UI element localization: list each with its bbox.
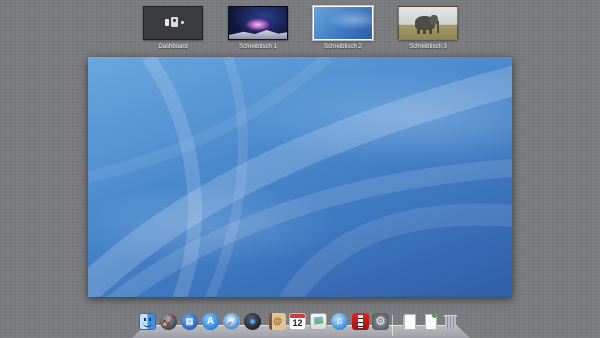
mountain-shape — [229, 30, 287, 39]
camera-lens-shape — [249, 318, 256, 325]
download-badge-shape — [432, 313, 437, 318]
calendar-day: 12 — [292, 318, 303, 328]
launchpad-glyph: 🚀 — [162, 316, 175, 327]
elephant-trunk-shape — [437, 21, 439, 33]
safari-icon[interactable] — [223, 313, 240, 330]
itunes-glyph: ♫ — [335, 316, 344, 327]
mission-control-glyph: ▦ — [185, 316, 194, 326]
finder-smile-shape — [143, 323, 152, 327]
facetime-icon[interactable] — [244, 313, 261, 330]
widget-icon — [173, 19, 176, 22]
dock-separator — [392, 315, 393, 336]
dock: 🚀 ▦ A @ 12 ♫ ⚙ — [132, 312, 470, 338]
documents-stack-icon[interactable] — [400, 313, 417, 330]
wallpaper-waves — [88, 57, 512, 297]
ical-icon[interactable]: 12 — [289, 313, 306, 330]
finder-eye-shape — [149, 318, 151, 321]
photo-strip-shape — [358, 315, 363, 328]
finder-eye-shape — [144, 318, 146, 321]
photo-booth-icon[interactable] — [352, 313, 369, 330]
dashboard-thumbnail[interactable] — [143, 6, 203, 40]
address-book-glyph: @ — [273, 316, 282, 326]
finder-icon[interactable] — [139, 313, 156, 330]
space-dashboard[interactable]: Dashboard — [143, 6, 203, 51]
address-book-icon[interactable]: @ — [269, 313, 286, 330]
widget-icon — [181, 21, 184, 24]
photo-shape — [313, 316, 324, 325]
desktop-2-thumbnail[interactable] — [313, 6, 373, 40]
launchpad-icon[interactable]: 🚀 — [160, 313, 177, 330]
space-schreibtisch-2[interactable]: Schreibtisch 2 — [313, 6, 373, 51]
system-preferences-icon[interactable]: ⚙ — [372, 313, 389, 330]
space-label: Schreibtisch 1 — [239, 44, 277, 50]
compass-needle-shape — [227, 317, 236, 326]
app-store-icon[interactable]: A — [202, 313, 219, 330]
downloads-stack-icon[interactable] — [421, 313, 438, 330]
space-label: Dashboard — [158, 44, 188, 50]
space-schreibtisch-1[interactable]: Schreibtisch 1 — [228, 6, 288, 51]
trash-icon[interactable] — [442, 313, 459, 330]
trash-bin-shape — [445, 316, 456, 329]
desktop-1-thumbnail[interactable] — [228, 6, 288, 40]
space-label: Schreibtisch 3 — [409, 44, 447, 50]
mission-control-icon[interactable]: ▦ — [181, 313, 198, 330]
document-page-shape — [404, 314, 416, 330]
system-preferences-glyph: ⚙ — [375, 314, 386, 328]
preview-icon[interactable] — [310, 313, 327, 330]
space-schreibtisch-3[interactable]: Schreibtisch 3 — [398, 6, 458, 51]
desktop-preview[interactable] — [88, 57, 512, 297]
elephant-legs-shape — [417, 28, 433, 34]
itunes-icon[interactable]: ♫ — [331, 313, 348, 330]
space-label: Schreibtisch 2 — [324, 44, 362, 50]
desktop-3-thumbnail[interactable] — [398, 6, 458, 40]
widget-icon — [165, 19, 169, 26]
app-store-glyph: A — [206, 316, 215, 327]
